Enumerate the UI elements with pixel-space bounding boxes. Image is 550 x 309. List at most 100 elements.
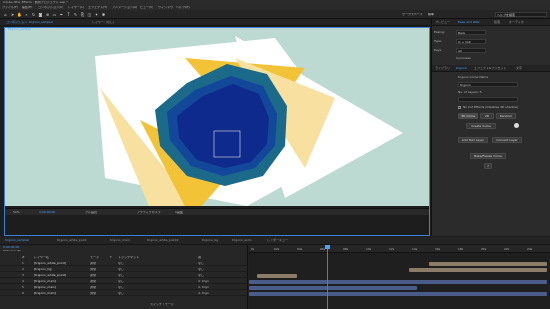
menu-window[interactable]: ウィンドウ (158, 6, 173, 9)
layer-parent[interactable]: なし (198, 274, 204, 277)
toggle-circle-icon[interactable] (514, 123, 519, 128)
menu-effect[interactable]: エフェクト(T) (88, 6, 107, 9)
layer-row[interactable]: 6 [trigono_main] 通常 なし 4. trigo (0, 291, 248, 296)
tab-trigono[interactable]: trigono (454, 66, 469, 71)
layer-row[interactable]: 2 [trigono_bg] 通常 なし なし (0, 267, 248, 272)
layer-parent[interactable]: 4. trigo (198, 280, 209, 283)
breadcrumb-item-sample[interactable]: trigono_sample (8, 28, 31, 31)
tab-effects-presets[interactable]: エフェクト&プリセット (472, 66, 508, 71)
layer-matte[interactable]: なし (118, 280, 124, 283)
tab-trigono-white-point[interactable]: trigono_white_point (55, 238, 89, 243)
viewer-timecode[interactable]: 0;00;00;00 (39, 211, 55, 214)
layer-parent[interactable]: なし (198, 262, 204, 265)
layer-matte[interactable]: なし (118, 292, 124, 295)
layer-matte[interactable]: なし (118, 262, 124, 265)
rotate-tool-icon[interactable]: ↻ (31, 12, 36, 17)
menu-layer[interactable]: レイヤー(L) (68, 6, 84, 9)
layer-matte[interactable]: なし (118, 268, 124, 271)
tab-trigono-white-point2[interactable]: trigono_white_point2 (145, 238, 181, 243)
timeline-tracks[interactable]: 0s 02s 04s 06s 08s 10s 12s 14s 16s 18s 2… (249, 245, 550, 309)
layer-row[interactable]: 1 [trigono_white_point] 通常 なし なし (0, 261, 248, 266)
layer-parent[interactable]: なし (198, 268, 204, 271)
layer-row[interactable]: 5 [trigono_main] 通常 なし 4. trigo (0, 285, 248, 290)
layer-name[interactable]: [trigono_bg] (34, 268, 52, 271)
layers-count-input[interactable] (458, 97, 518, 102)
resolution-select[interactable]: フル画質 (85, 211, 97, 214)
timeline-timecode[interactable]: 0;00;00;00 (3, 246, 19, 249)
layer-mode[interactable]: 通常 (90, 274, 96, 277)
pen-tool-icon[interactable]: ✒ (59, 12, 64, 17)
tab-render-queue[interactable]: レンダーキュー (265, 238, 290, 243)
layer-mode[interactable]: 通常 (90, 268, 96, 271)
tab-library[interactable]: ライブラリ (433, 66, 452, 71)
layer-name[interactable]: [trigono_main] (34, 286, 56, 289)
roto-brush-icon[interactable]: ✦ (94, 12, 99, 17)
layer-name[interactable]: [trigono_main] (34, 280, 56, 283)
menu-animation[interactable]: アニメーション(A) (112, 6, 137, 9)
eraser-tool-icon[interactable]: ◫ (87, 12, 92, 17)
menu-file[interactable]: ファイル(F) (2, 6, 18, 9)
zoom-select[interactable]: 50% (13, 211, 20, 214)
layer-row[interactable]: 4 [trigono_main] 通常 なし 4. trigo (0, 279, 248, 284)
layer-matte[interactable]: なし (118, 274, 124, 277)
home-icon[interactable]: ⌂ (3, 12, 8, 17)
text-tool-icon[interactable]: T (66, 12, 71, 17)
tab-layer[interactable]: レイヤー: (なし) (90, 20, 116, 25)
layer-bar[interactable] (249, 292, 547, 296)
tab-trigono-bg[interactable]: trigono_bg (200, 238, 220, 243)
composition-canvas[interactable] (5, 28, 429, 206)
layer-matte[interactable]: なし (118, 286, 124, 289)
stamp-tool-icon[interactable]: ⎘ (80, 12, 85, 17)
layer-mode[interactable]: 通常 (90, 286, 96, 289)
menu-edit[interactable]: 編集(E) (22, 6, 32, 9)
camera-tool-icon[interactable]: ◙ (38, 12, 43, 17)
puppet-tool-icon[interactable]: ✱ (101, 12, 106, 17)
tab-character[interactable]: 文字 (514, 66, 524, 71)
curviness-checkbox[interactable]: Curviness (456, 57, 471, 60)
layer-bar[interactable] (429, 262, 547, 266)
3d-come-button[interactable]: 3D Come (458, 113, 478, 119)
zoom-tool-icon[interactable]: ⌕ (24, 12, 29, 17)
mask-tool-icon[interactable]: ▭ (52, 12, 57, 17)
menu-composition[interactable]: コンポジション(C) (38, 6, 63, 9)
selection-tool-icon[interactable]: ➤ (10, 12, 15, 17)
tab-ease-and-wizz[interactable]: Ease and Wizz (456, 20, 482, 25)
keys-select[interactable]: All (456, 48, 486, 53)
layer-bar[interactable] (257, 274, 297, 278)
layer-mode[interactable]: 通常 (90, 280, 96, 283)
tab-trigono-sample[interactable]: trigono_samplel (3, 238, 31, 243)
workspace-select[interactable]: 標準 (428, 13, 434, 16)
convert-layer-button[interactable]: Convert Layer (492, 137, 522, 143)
menu-help[interactable]: ヘルプ(H) (176, 6, 190, 9)
playhead[interactable] (327, 245, 328, 309)
layer-mode[interactable]: 通常 (90, 292, 96, 295)
hand-tool-icon[interactable]: ✋ (17, 12, 22, 17)
time-ruler[interactable]: 0s 02s 04s 06s 08s 10s 12s 14s 16s 18s 2… (249, 245, 550, 253)
tab-audio[interactable]: オーディオ (507, 20, 526, 25)
layer-row[interactable]: 3 [trigono_white_point] 通常 なし なし (0, 273, 248, 278)
layer-bar[interactable] (249, 286, 417, 290)
tab-trigono-anim[interactable]: trigono_anim (230, 238, 254, 243)
breadcrumb-item-anim[interactable]: trigono_anim (40, 28, 60, 31)
pan-behind-icon[interactable]: ⊕ (45, 12, 50, 17)
menu-view[interactable]: ビュー(V) (140, 6, 153, 9)
tab-composition[interactable]: コンポジション: trigono_samplel (4, 20, 55, 25)
camera-select[interactable]: アクティブカメラ (137, 211, 161, 214)
layer-name[interactable]: [trigono_white_point] (34, 262, 66, 265)
switches-modes-toggle[interactable]: スイッチ / モード (150, 303, 174, 306)
type-select[interactable]: In + Out (456, 39, 486, 44)
layer-parent[interactable]: 4. trigo (198, 292, 209, 295)
layer-mode[interactable]: 通常 (90, 262, 96, 265)
create-come-button[interactable]: Create Come (466, 123, 496, 129)
tab-preview[interactable]: プレビュー (433, 20, 452, 25)
layer-bar[interactable] (249, 280, 547, 284)
layer-name[interactable]: [trigono_white_point] (34, 274, 66, 277)
bake-freeze-button[interactable]: Bake/Freeze Come (470, 153, 506, 159)
playhead-handle-icon[interactable] (325, 245, 330, 249)
views-select[interactable]: 1画面 (175, 211, 183, 214)
random-button[interactable]: Random (496, 113, 516, 119)
help-button[interactable]: ? (484, 163, 492, 169)
tab-paragraph[interactable]: 段落 (492, 20, 502, 25)
add-text-layer-button[interactable]: Add Text Layer (458, 137, 488, 143)
help-search-input[interactable]: ヘルプを検索 (495, 12, 547, 17)
